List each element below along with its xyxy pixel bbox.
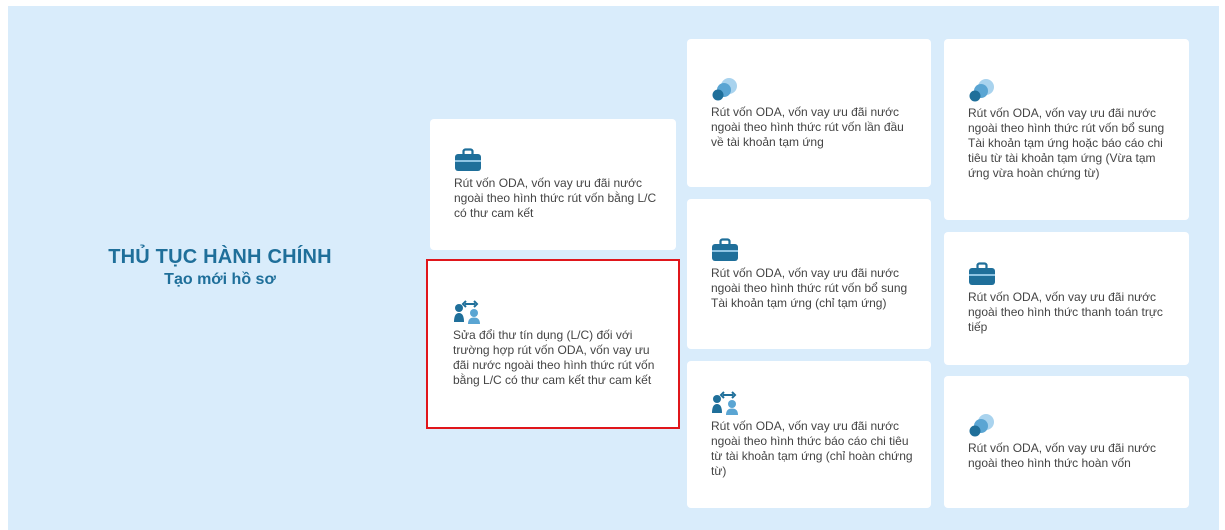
circles-icon [711, 77, 739, 101]
card-label: Rút vốn ODA, vốn vay ưu đãi nước ngoài t… [454, 176, 657, 220]
card-lc-amendment[interactable]: Sửa đổi thư tín dụng (L/C) đối với trườn… [426, 259, 680, 429]
card-reimbursement[interactable]: Rút vốn ODA, vốn vay ưu đãi nước ngoài t… [944, 376, 1189, 508]
card-first-advance[interactable]: Rút vốn ODA, vốn vay ưu đãi nước ngoài t… [687, 39, 931, 187]
page-title: THỦ TỤC HÀNH CHÍNH [108, 246, 332, 268]
page-subtitle: Tạo mới hồ sơ [164, 271, 276, 288]
circles-icon [968, 78, 996, 102]
card-supplement-or-report[interactable]: Rút vốn ODA, vốn vay ưu đãi nước ngoài t… [944, 39, 1189, 220]
card-label: Rút vốn ODA, vốn vay ưu đãi nước ngoài t… [711, 104, 904, 149]
briefcase-icon [968, 262, 996, 286]
card-lc-withdrawal[interactable]: Rút vốn ODA, vốn vay ưu đãi nước ngoài t… [430, 119, 676, 250]
card-label: Rút vốn ODA, vốn vay ưu đãi nước ngoài t… [711, 418, 913, 478]
card-report-advance[interactable]: Rút vốn ODA, vốn vay ưu đãi nước ngoài t… [687, 361, 931, 508]
exchange-users-icon [711, 391, 739, 415]
card-label: Rút vốn ODA, vốn vay ưu đãi nước ngoài t… [711, 265, 908, 310]
circles-icon [968, 413, 996, 437]
card-label: Rút vốn ODA, vốn vay ưu đãi nước ngoài t… [968, 290, 1163, 334]
page-heading: THỦ TỤC HÀNH CHÍNH Tạo mới hồ sơ [80, 246, 360, 289]
card-direct-payment[interactable]: Rút vốn ODA, vốn vay ưu đãi nước ngoài t… [944, 232, 1189, 365]
card-label: Rút vốn ODA, vốn vay ưu đãi nước ngoài t… [968, 106, 1165, 180]
card-label: Sửa đổi thư tín dụng (L/C) đối với trườn… [453, 328, 655, 387]
card-label: Rút vốn ODA, vốn vay ưu đãi nước ngoài t… [968, 441, 1157, 470]
card-supplement-advance[interactable]: Rút vốn ODA, vốn vay ưu đãi nước ngoài t… [687, 199, 931, 349]
exchange-users-icon [453, 300, 481, 324]
briefcase-icon [454, 148, 482, 172]
briefcase-icon [711, 238, 739, 262]
